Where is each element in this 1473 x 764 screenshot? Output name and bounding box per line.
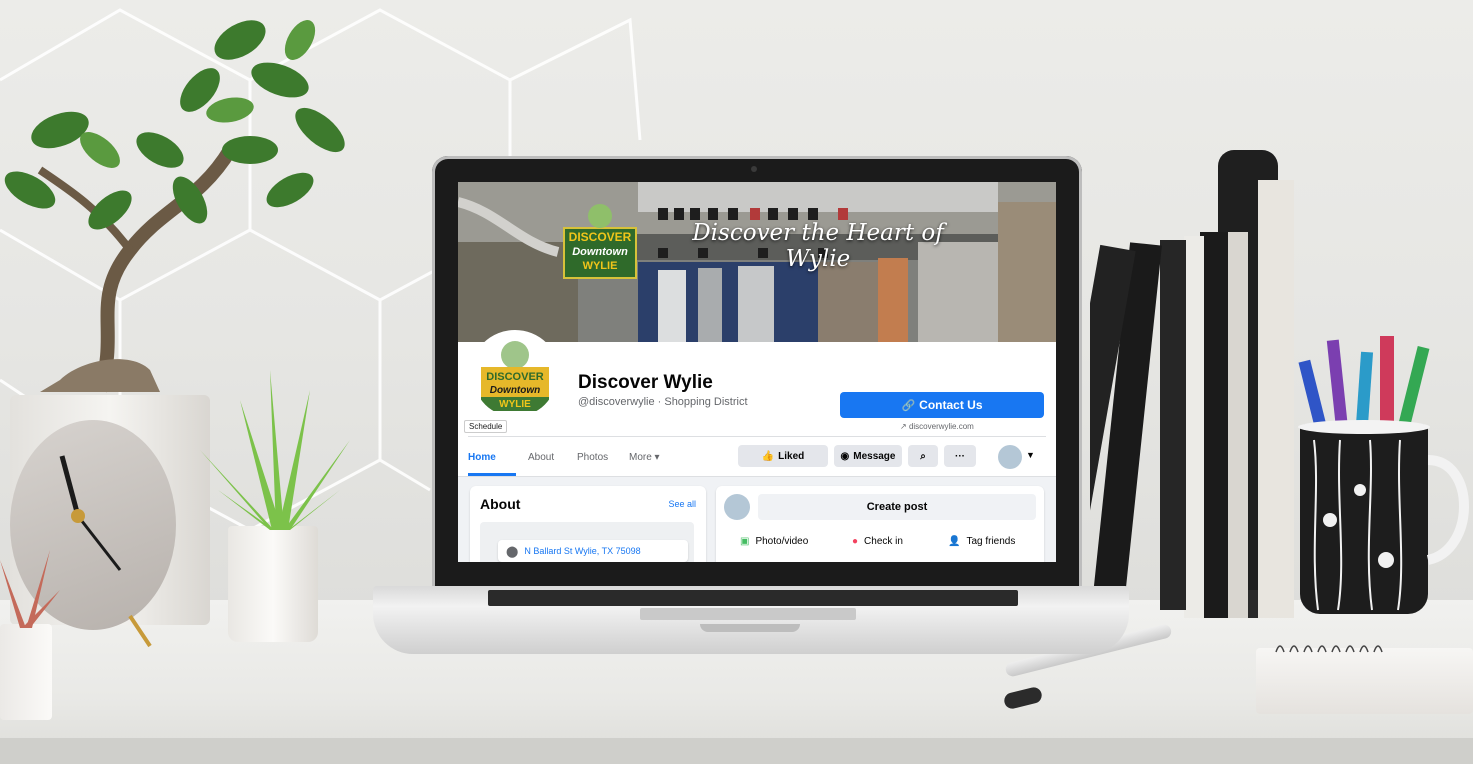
location-pin-icon: ● [852, 536, 859, 547]
photo-video-label: Photo/video [755, 536, 809, 547]
more-options-button[interactable]: ··· [944, 445, 976, 467]
cover-photo: Discover the Heart of Wylie DISCOVER Dow… [458, 182, 1056, 342]
photo-icon: ▣ [740, 536, 750, 547]
tag-friends-label: Tag friends [966, 536, 1016, 547]
address-label: N Ballard St Wylie, TX 75098 [524, 546, 641, 556]
about-title: About [480, 496, 521, 512]
notebook-spiral [1275, 645, 1383, 653]
message-button[interactable]: ◉ Message [834, 445, 902, 467]
about-card: About See all ⬤ N Ballard St Wylie, TX 7… [470, 486, 706, 562]
notebook [1256, 648, 1473, 714]
schedule-tag[interactable]: Schedule [464, 420, 508, 433]
account-dropdown-icon[interactable]: ▼ [1026, 450, 1035, 460]
tab-home[interactable]: Home [468, 452, 496, 463]
page-title: Discover Wylie [578, 372, 713, 393]
tab-photos[interactable]: Photos [577, 452, 608, 463]
tag-friends-button[interactable]: 👤 Tag friends [948, 536, 1015, 547]
profile-picture[interactable]: DISCOVER Downtown WYLIE [470, 330, 560, 420]
laptop-front-notch [700, 624, 800, 632]
check-in-button[interactable]: ● Check in [852, 536, 903, 547]
ellipsis-icon: ··· [955, 450, 965, 462]
laptop-screen: Discover the Heart of Wylie DISCOVER Dow… [458, 182, 1056, 562]
liked-button[interactable]: 👍 Liked [738, 445, 828, 467]
red-plant [0, 550, 60, 628]
create-post-button[interactable]: Create post [758, 494, 1036, 520]
website-label: discoverwylie.com [908, 422, 974, 431]
location-pin-icon: ⬤ [506, 545, 519, 558]
account-avatar[interactable] [998, 445, 1022, 469]
search-icon: ⌕ [920, 450, 926, 462]
photo-video-button[interactable]: ▣ Photo/video [740, 536, 808, 547]
search-button[interactable]: ⌕ [908, 445, 938, 467]
page-subtitle: @discoverwylie · Shopping District [578, 396, 748, 408]
see-all-link[interactable]: See all [668, 499, 696, 509]
link-icon: 🔗 [901, 399, 916, 412]
header-divider [468, 436, 1046, 437]
message-label: Message [853, 450, 896, 462]
contact-us-button[interactable]: 🔗 Contact Us [840, 392, 1044, 418]
avatar-logo-discover: DISCOVER [486, 371, 544, 383]
trackpad [640, 608, 856, 620]
books-stack [1090, 150, 1294, 618]
succulent-pot [228, 526, 318, 642]
bonsai-plant [4, 20, 345, 393]
webcam [751, 166, 757, 172]
poster-avatar [724, 494, 750, 520]
logo-wylie: WYLIE [582, 260, 618, 272]
page-tabs: Home About Photos More ▾ 👍 Liked ◉ Messa… [458, 438, 1056, 477]
website-link[interactable]: ↗ discoverwylie.com [900, 422, 974, 431]
avatar-logo-downtown: Downtown [489, 385, 541, 396]
external-link-icon: ↗ [900, 422, 907, 431]
thumbs-up-icon: 👍 [761, 450, 775, 462]
tag-friends-icon: 👤 [948, 536, 961, 547]
small-plant-pot [0, 624, 52, 720]
cover-tagline: Discover the Heart of Wylie [692, 220, 944, 272]
avatar-logo-wylie: WYLIE [499, 399, 531, 410]
check-in-label: Check in [864, 536, 903, 547]
address-chip[interactable]: ⬤ N Ballard St Wylie, TX 75098 [498, 540, 688, 562]
create-post-card: Create post ▣ Photo/video ● Check in 👤 T… [716, 486, 1044, 562]
logo-downtown: Downtown [572, 246, 628, 258]
tab-more[interactable]: More ▾ [629, 452, 660, 463]
mug-pattern [1313, 439, 1469, 611]
cover-logo: DISCOVER Downtown WYLIE [562, 202, 638, 280]
logo-discover: DISCOVER [568, 230, 632, 244]
contact-us-label: Contact Us [919, 398, 983, 412]
succulent-plant [200, 370, 350, 530]
messenger-icon: ◉ [840, 450, 850, 462]
tab-about[interactable]: About [528, 452, 554, 463]
liked-label: Liked [778, 450, 805, 462]
desk-edge [0, 738, 1473, 764]
page-header: DISCOVER Downtown WYLIE Schedule Discove… [458, 330, 1056, 438]
active-tab-indicator [468, 473, 516, 476]
keyboard [488, 590, 1018, 606]
